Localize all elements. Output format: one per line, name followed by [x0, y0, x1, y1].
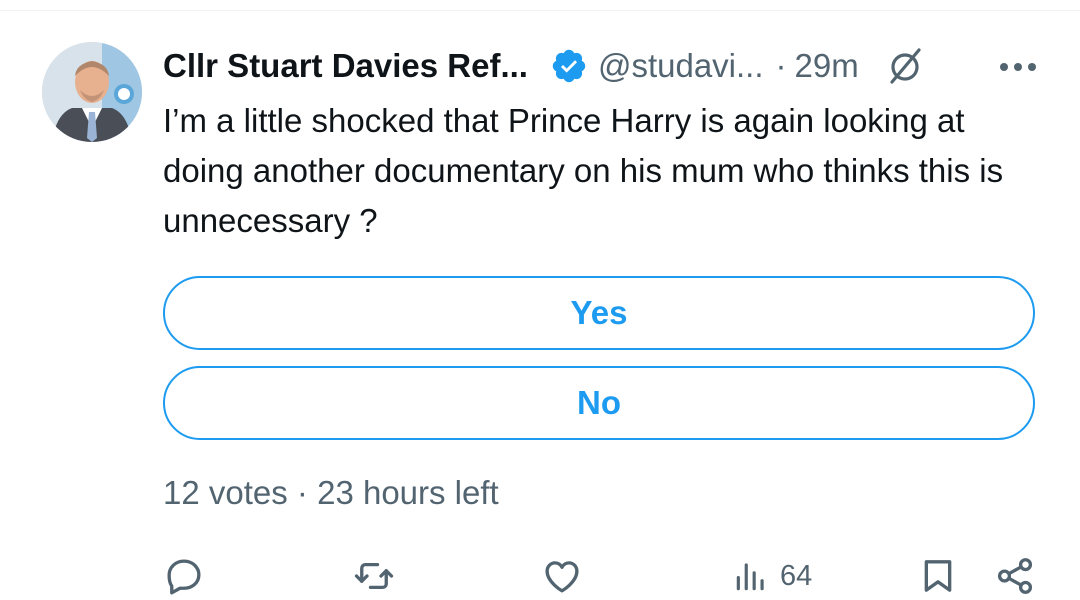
like-icon — [540, 555, 584, 597]
tweet-text: I’m a little shocked that Prince Harry i… — [163, 102, 1004, 239]
verified-badge-icon — [550, 47, 588, 85]
poll-time-left: 23 hours left — [317, 474, 499, 511]
poll-votes: 12 votes — [163, 474, 288, 511]
more-options-icon[interactable] — [996, 50, 1040, 84]
grok-icon[interactable] — [885, 46, 925, 86]
share-button[interactable] — [994, 553, 1036, 599]
author-name[interactable]: Cllr Stuart Davies Ref... — [163, 47, 528, 85]
reply-icon — [163, 555, 205, 597]
poll-separator: · — [296, 474, 308, 511]
bookmark-icon — [918, 555, 958, 597]
author-handle[interactable]: @studavi... — [598, 47, 764, 85]
poll-option-no[interactable]: No — [163, 366, 1035, 440]
reply-button[interactable] — [163, 553, 205, 599]
tweet-time[interactable]: 29m — [795, 47, 859, 85]
like-button[interactable] — [540, 553, 584, 599]
views-button[interactable]: 64 — [732, 553, 812, 599]
tweet-header: Cllr Stuart Davies Ref... @studavi... · … — [163, 40, 925, 92]
bookmark-button[interactable] — [918, 553, 958, 599]
retweet-icon — [352, 555, 396, 597]
header-separator: · — [775, 47, 787, 84]
retweet-button[interactable] — [352, 553, 396, 599]
avatar-image — [42, 42, 142, 142]
poll-meta: 12 votes · 23 hours left — [163, 474, 499, 512]
views-count: 64 — [780, 559, 813, 592]
share-icon — [994, 555, 1036, 597]
avatar[interactable] — [42, 42, 142, 142]
tweet[interactable]: Cllr Stuart Davies Ref... @studavi... · … — [0, 0, 1080, 600]
poll-option-yes[interactable]: Yes — [163, 276, 1035, 350]
views-icon — [732, 555, 770, 597]
